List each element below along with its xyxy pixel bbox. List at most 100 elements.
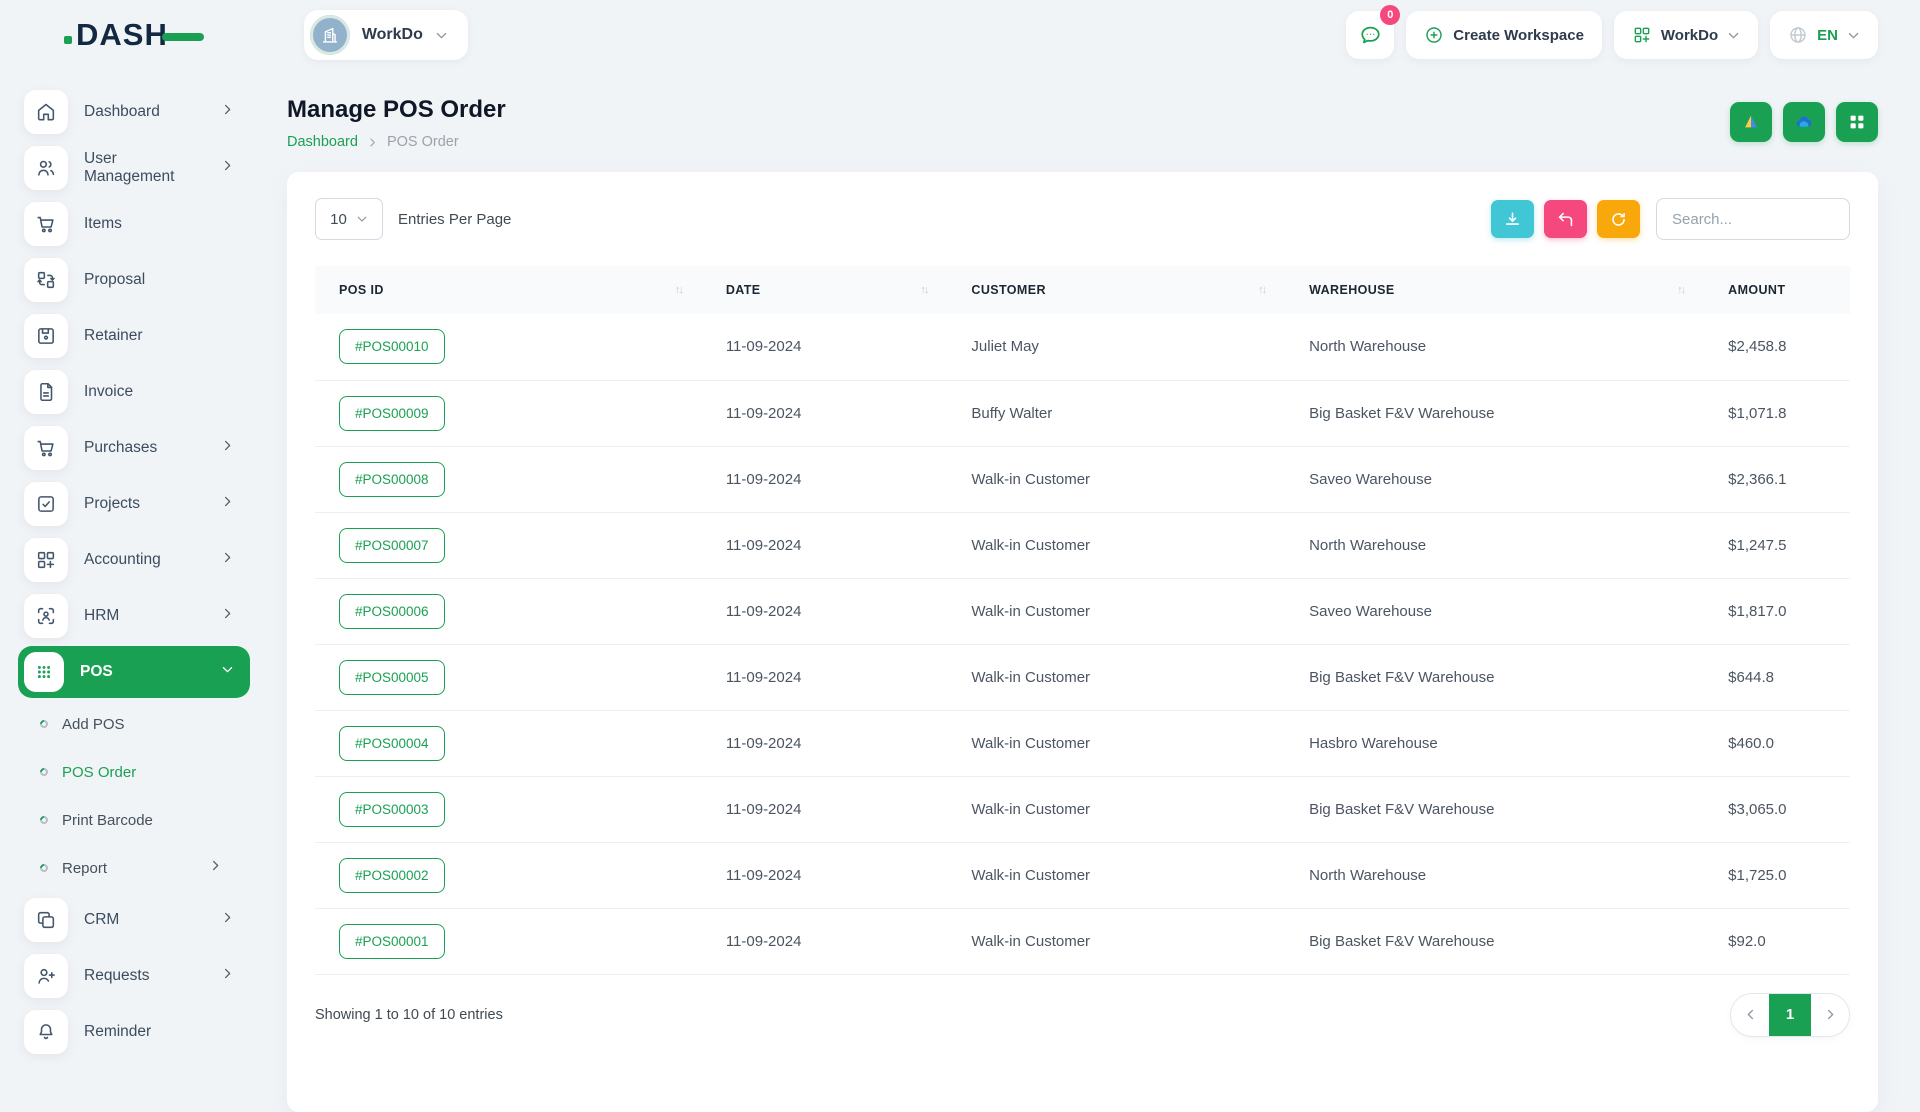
workdo-dropdown[interactable]: WorkDo	[1614, 11, 1758, 59]
swap-icon	[24, 258, 68, 302]
column-header-pos-id[interactable]: POS ID↑↓	[315, 266, 702, 314]
main-content: Manage POS Order Dashboard POS Order 10	[287, 70, 1878, 1112]
sidebar-item-pos-order[interactable]: POS Order	[18, 748, 250, 796]
pos-id-badge[interactable]: #POS00009	[339, 396, 445, 431]
export-button[interactable]	[1491, 200, 1534, 238]
warehouse-cell: Big Basket F&V Warehouse	[1285, 380, 1704, 446]
messages-badge: 0	[1380, 5, 1400, 25]
customer-cell: Walk-in Customer	[947, 710, 1285, 776]
date-cell: 11-09-2024	[702, 908, 948, 974]
pos-id-badge[interactable]: #POS00002	[339, 858, 445, 893]
sidebar-item-invoice[interactable]: Invoice	[18, 364, 250, 420]
sidebar-item-report[interactable]: Report	[18, 844, 250, 892]
warehouse-cell: Big Basket F&V Warehouse	[1285, 776, 1704, 842]
onedrive-button[interactable]	[1783, 102, 1825, 142]
amount-cell: $644.8	[1704, 644, 1850, 710]
cart-icon	[24, 202, 68, 246]
grid-plus-icon	[24, 538, 68, 582]
create-workspace-button[interactable]: Create Workspace	[1406, 11, 1602, 59]
sidebar-item-retainer[interactable]: Retainer	[18, 308, 250, 364]
pos-id-badge[interactable]: #POS00003	[339, 792, 445, 827]
date-cell: 11-09-2024	[702, 380, 948, 446]
sidebar-item-print-barcode[interactable]: Print Barcode	[18, 796, 250, 844]
date-cell: 11-09-2024	[702, 710, 948, 776]
sort-icon: ↑↓	[920, 284, 927, 296]
create-workspace-label: Create Workspace	[1453, 27, 1584, 44]
google-drive-button[interactable]	[1730, 102, 1772, 142]
column-header-label: AMOUNT	[1728, 283, 1785, 297]
save-icon	[24, 314, 68, 358]
column-header-warehouse[interactable]: WAREHOUSE↑↓	[1285, 266, 1704, 314]
sidebar-item-dashboard[interactable]: Dashboard	[18, 84, 250, 140]
pagination-prev-button[interactable]	[1731, 994, 1769, 1036]
sidebar-item-label: POS	[80, 663, 113, 681]
warehouse-cell: Saveo Warehouse	[1285, 578, 1704, 644]
search-input[interactable]	[1656, 198, 1850, 240]
sidebar-item-purchases[interactable]: Purchases	[18, 420, 250, 476]
workspace-selector[interactable]: WorkDo	[304, 10, 468, 60]
customer-cell: Walk-in Customer	[947, 446, 1285, 512]
grid-view-button[interactable]	[1836, 102, 1878, 142]
pos-id-badge[interactable]: #POS00004	[339, 726, 445, 761]
sidebar-item-label: Retainer	[84, 327, 143, 345]
messages-button[interactable]: 0	[1346, 11, 1394, 59]
sidebar-item-pos[interactable]: POS	[18, 646, 250, 698]
sidebar-item-requests[interactable]: Requests	[18, 948, 250, 1004]
sidebar-item-accounting[interactable]: Accounting	[18, 532, 250, 588]
pos-id-cell: #POS00009	[315, 380, 702, 446]
amount-cell: $3,065.0	[1704, 776, 1850, 842]
sidebar-item-proposal[interactable]: Proposal	[18, 252, 250, 308]
sidebar-item-user-management[interactable]: User Management	[18, 140, 250, 196]
pos-id-badge[interactable]: #POS00007	[339, 528, 445, 563]
customer-cell: Walk-in Customer	[947, 842, 1285, 908]
reset-button[interactable]	[1544, 200, 1587, 238]
language-selector[interactable]: EN	[1770, 11, 1878, 59]
sidebar-item-projects[interactable]: Projects	[18, 476, 250, 532]
customer-cell: Walk-in Customer	[947, 908, 1285, 974]
chevron-right-icon	[221, 103, 234, 121]
dash-logo[interactable]: DASH	[64, 17, 204, 53]
pos-id-badge[interactable]: #POS00008	[339, 462, 445, 497]
showing-entries-text: Showing 1 to 10 of 10 entries	[315, 1007, 503, 1023]
customer-cell: Juliet May	[947, 314, 1285, 380]
breadcrumb-current: POS Order	[387, 134, 459, 150]
grid-plus-icon	[1632, 25, 1652, 45]
pos-id-cell: #POS00006	[315, 578, 702, 644]
sidebar-item-label: Add POS	[62, 716, 125, 733]
grid-dots-icon	[24, 652, 64, 692]
amount-cell: $1,071.8	[1704, 380, 1850, 446]
sidebar-item-crm[interactable]: CRM	[18, 892, 250, 948]
date-cell: 11-09-2024	[702, 512, 948, 578]
sidebar-item-reminder[interactable]: Reminder	[18, 1004, 250, 1060]
check-square-icon	[24, 482, 68, 526]
chevron-right-icon	[209, 859, 222, 877]
pos-id-badge[interactable]: #POS00006	[339, 594, 445, 629]
pagination-page-1[interactable]: 1	[1769, 994, 1811, 1036]
customer-cell: Walk-in Customer	[947, 776, 1285, 842]
onedrive-icon	[1793, 111, 1815, 133]
pos-id-badge[interactable]: #POS00010	[339, 329, 445, 364]
column-header-date[interactable]: DATE ↑↓	[702, 266, 948, 314]
column-header-amount: AMOUNT	[1704, 266, 1850, 314]
entries-per-page-select[interactable]: 10	[315, 198, 383, 240]
column-header-label: DATE	[726, 283, 761, 297]
pos-id-cell: #POS00008	[315, 446, 702, 512]
sidebar-item-add-pos[interactable]: Add POS	[18, 700, 250, 748]
customer-cell: Walk-in Customer	[947, 512, 1285, 578]
pagination-next-button[interactable]	[1811, 994, 1849, 1036]
pos-id-badge[interactable]: #POS00001	[339, 924, 445, 959]
breadcrumb-dashboard-link[interactable]: Dashboard	[287, 134, 358, 150]
sidebar-item-label: Invoice	[84, 383, 133, 401]
refresh-button[interactable]	[1597, 200, 1640, 238]
table-body: #POS0001011-09-2024Juliet MayNorth Wareh…	[315, 314, 1850, 974]
pos-id-badge[interactable]: #POS00005	[339, 660, 445, 695]
table-header: POS ID↑↓ DATE ↑↓ CUSTOMER↑↓WAREHOUSE↑↓ AMOUN…	[315, 266, 1850, 314]
table-row: #POS0000911-09-2024Buffy WalterBig Baske…	[315, 380, 1850, 446]
date-cell: 11-09-2024	[702, 842, 948, 908]
sidebar-item-items[interactable]: Items	[18, 196, 250, 252]
column-header-customer[interactable]: CUSTOMER↑↓	[947, 266, 1285, 314]
chevron-down-icon	[1727, 29, 1740, 42]
table-row: #POS0000511-09-2024Walk-in CustomerBig B…	[315, 644, 1850, 710]
sidebar-item-hrm[interactable]: HRM	[18, 588, 250, 644]
chevron-right-icon	[221, 495, 234, 513]
